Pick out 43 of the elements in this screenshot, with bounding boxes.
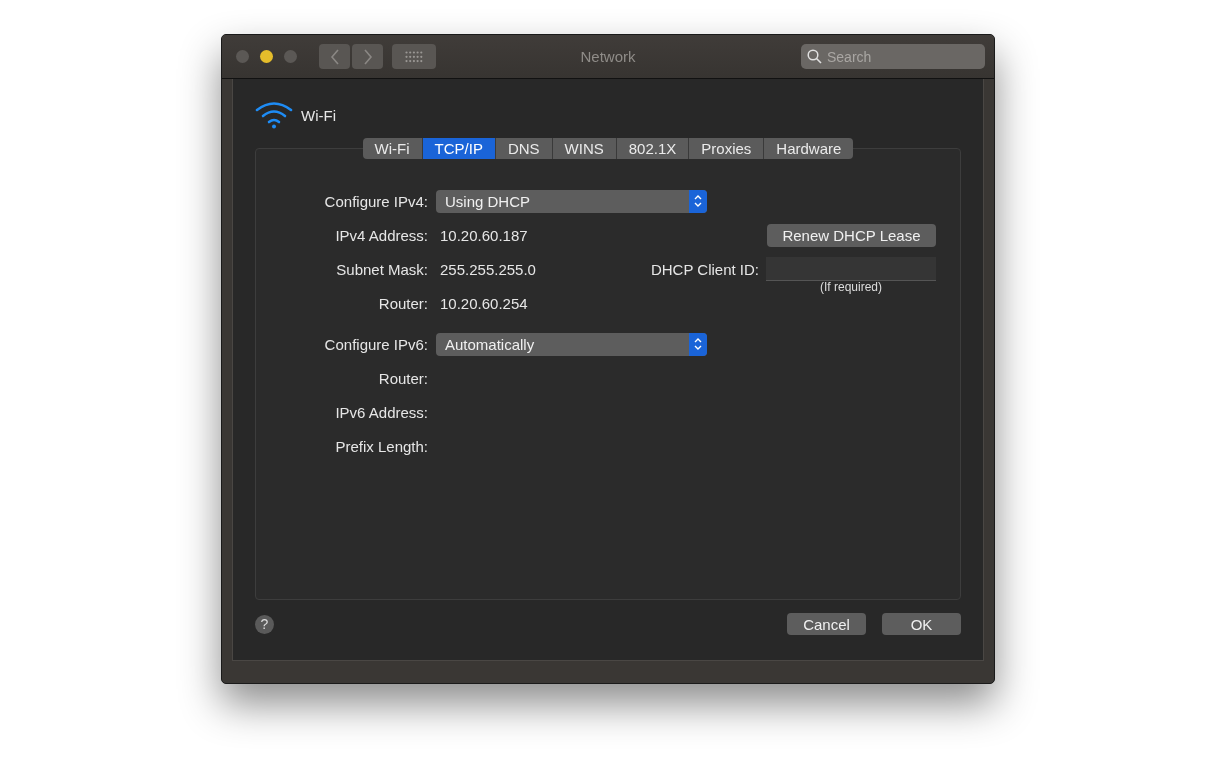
- renew-lease-button[interactable]: Renew DHCP Lease: [767, 223, 936, 247]
- ipv6-dropdown[interactable]: Automatically: [436, 332, 707, 356]
- field-value: 10.20.60.254: [440, 294, 528, 312]
- tab[interactable]: 802.1X: [616, 138, 690, 159]
- show-all-button[interactable]: [392, 44, 436, 69]
- field-label: Configure IPv4:: [323, 192, 428, 210]
- wifi-icon: [255, 101, 293, 129]
- window-title: Network: [580, 48, 636, 65]
- hint-text: (If required): [819, 280, 883, 294]
- tab[interactable]: WINS: [552, 138, 617, 159]
- interface-name: Wi-Fi: [301, 106, 336, 124]
- tab[interactable]: Wi-Fi: [362, 138, 423, 159]
- field-label: Router:: [377, 294, 428, 312]
- stepper-icon: [689, 189, 707, 213]
- stepper-icon: [689, 332, 707, 356]
- tab[interactable]: Proxies: [689, 138, 765, 159]
- field-label: Prefix Length:: [334, 437, 428, 455]
- help-button[interactable]: ?: [255, 614, 274, 634]
- grid-icon: [405, 50, 423, 63]
- back-button[interactable]: [319, 44, 350, 69]
- field-label: IPv6 Address:: [334, 403, 428, 421]
- field-value: 10.20.60.187: [440, 226, 528, 244]
- field-label: DHCP Client ID:: [650, 260, 759, 278]
- search-field[interactable]: Search: [801, 44, 985, 69]
- field-label: Subnet Mask:: [335, 260, 428, 278]
- dialog-button[interactable]: Cancel: [787, 613, 866, 635]
- minimize-button[interactable]: [260, 50, 273, 63]
- field-label: Configure IPv6:: [323, 335, 428, 353]
- search-icon: [807, 49, 822, 64]
- close-button[interactable]: [236, 50, 249, 63]
- chevron-right-icon: [362, 48, 373, 65]
- client-id-field[interactable]: [766, 257, 936, 281]
- field-value: 255.255.255.0: [440, 260, 536, 278]
- field-label: Router:: [377, 369, 428, 387]
- tab[interactable]: Hardware: [764, 138, 854, 159]
- dialog-button[interactable]: OK: [882, 613, 961, 635]
- zoom-button[interactable]: [284, 50, 297, 63]
- forward-button[interactable]: [352, 44, 383, 69]
- ipv4-dropdown[interactable]: Using DHCP: [436, 189, 707, 213]
- chevron-left-icon: [329, 48, 340, 65]
- tab[interactable]: TCP/IP: [422, 138, 496, 159]
- tab[interactable]: DNS: [495, 138, 553, 159]
- field-label: IPv4 Address:: [334, 226, 428, 244]
